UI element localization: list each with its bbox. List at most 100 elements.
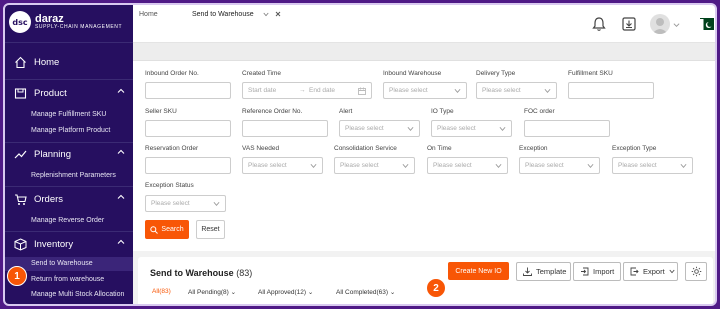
nav-orders[interactable]: Orders xyxy=(5,188,133,210)
inbound-warehouse-select[interactable]: Please select xyxy=(383,82,467,99)
reservation-order-input[interactable] xyxy=(145,157,231,174)
nav-product[interactable]: Product xyxy=(5,82,133,104)
end-date-input[interactable]: End date xyxy=(309,87,335,94)
chevron-down-icon xyxy=(587,163,594,168)
sidebar-item-return-from-warehouse[interactable]: Return from warehouse xyxy=(31,276,104,283)
seller-sku-label: Seller SKU xyxy=(145,108,177,115)
io-type-select[interactable]: Please select xyxy=(431,120,512,137)
chevron-up-icon[interactable] xyxy=(117,148,125,156)
page-title: Send to Warehouse (83) xyxy=(150,268,252,278)
on-time-label: On Time xyxy=(427,145,452,152)
vas-needed-select[interactable]: Please select xyxy=(242,157,323,174)
sidebar-item-replenishment-parameters[interactable]: Replenishment Parameters xyxy=(31,172,116,179)
exception-type-placeholder: Please select xyxy=(618,162,657,169)
consolidation-service-select[interactable]: Please select xyxy=(334,157,415,174)
seller-sku-input[interactable] xyxy=(145,120,231,137)
chevron-down-icon xyxy=(454,88,461,93)
sidebar-item-manage-multi-stock-allocation[interactable]: Manage Multi Stock Allocation xyxy=(31,291,124,298)
filter-tab-all-pending[interactable]: All Pending(8) ⌄ xyxy=(188,288,236,296)
download-icon[interactable] xyxy=(621,16,637,32)
nav-planning-label: Planning xyxy=(34,148,71,160)
alert-select[interactable]: Please select xyxy=(339,120,420,137)
exception-status-placeholder: Please select xyxy=(151,200,190,207)
flag-icon[interactable] xyxy=(700,18,714,31)
brand-logo[interactable]: dsc daraz SUPPLY-CHAIN MANAGEMENT xyxy=(9,11,122,33)
exception-placeholder: Please select xyxy=(525,162,564,169)
fulfillment-sku-input[interactable] xyxy=(568,82,654,99)
search-icon xyxy=(150,225,159,234)
inbound-order-no-label: Inbound Order No. xyxy=(145,70,199,77)
tab-strip xyxy=(133,43,715,61)
foc-order-label: FOC order xyxy=(524,108,555,115)
filter-tab-all-approved-label: All Approved(12) xyxy=(258,289,307,296)
calendar-icon[interactable] xyxy=(358,87,366,95)
results-panel: Send to Warehouse (83) Create New IO Tem… xyxy=(138,257,713,304)
annotation-badge-1: 1 xyxy=(7,266,27,286)
chevron-down-icon xyxy=(544,88,551,93)
exception-status-select[interactable]: Please select xyxy=(145,195,226,212)
chevron-down-icon xyxy=(495,163,502,168)
chevron-down-icon xyxy=(402,163,409,168)
import-icon xyxy=(581,267,589,276)
settings-button[interactable] xyxy=(685,262,707,281)
sidebar-item-manage-fulfillment-sku[interactable]: Manage Fulfillment SKU xyxy=(31,111,106,118)
nav-orders-label: Orders xyxy=(34,193,64,205)
start-date-input[interactable]: Start date xyxy=(248,87,276,94)
alert-label: Alert xyxy=(339,108,353,115)
filter-tab-all[interactable]: All(83) xyxy=(152,288,171,295)
sidebar: dsc daraz SUPPLY-CHAIN MANAGEMENT Home P… xyxy=(5,5,133,304)
inbound-warehouse-label: Inbound Warehouse xyxy=(383,70,442,77)
chevron-down-icon xyxy=(499,126,506,131)
foc-order-input[interactable] xyxy=(524,120,610,137)
filter-tab-all-completed[interactable]: All Completed(63) ⌄ xyxy=(336,288,395,296)
nav-planning[interactable]: Planning xyxy=(5,143,133,165)
nav-home[interactable]: Home xyxy=(5,51,133,73)
nav-inventory-label: Inventory xyxy=(34,238,74,250)
gear-icon xyxy=(691,266,702,277)
bell-icon[interactable] xyxy=(591,16,607,32)
vas-needed-label: VAS Needed xyxy=(242,145,280,152)
divider xyxy=(5,42,133,43)
inbound-order-no-input[interactable] xyxy=(145,82,231,99)
export-icon xyxy=(630,267,639,276)
delivery-type-select[interactable]: Please select xyxy=(476,82,557,99)
search-button[interactable]: Search xyxy=(145,220,189,239)
vas-needed-placeholder: Please select xyxy=(248,162,287,169)
tab-send-to-warehouse[interactable]: Send to Warehouse xyxy=(185,5,289,23)
nav-product-label: Product xyxy=(34,87,67,99)
chevron-down-icon xyxy=(310,163,317,168)
chevron-down-icon: ⌄ xyxy=(230,289,237,296)
template-button[interactable]: Template xyxy=(516,262,571,281)
chevron-down-icon: ⌄ xyxy=(307,289,314,296)
nav-inventory[interactable]: Inventory xyxy=(5,233,133,255)
reference-order-no-input[interactable] xyxy=(242,120,328,137)
chevron-down-icon[interactable] xyxy=(673,22,680,28)
exception-type-select[interactable]: Please select xyxy=(612,157,693,174)
chevron-down-icon xyxy=(669,269,675,274)
chevron-down-icon: ⌄ xyxy=(389,289,396,296)
tab-home[interactable]: Home xyxy=(139,5,179,23)
inventory-icon xyxy=(13,237,27,251)
sidebar-item-manage-platform-product[interactable]: Manage Platform Product xyxy=(31,127,110,134)
exception-select[interactable]: Please select xyxy=(519,157,600,174)
sidebar-item-manage-reverse-order[interactable]: Manage Reverse Order xyxy=(31,217,104,224)
annotation-badge-2: 2 xyxy=(426,278,446,298)
avatar[interactable] xyxy=(650,14,670,34)
chevron-down-icon[interactable] xyxy=(263,12,269,17)
filter-tab-all-approved[interactable]: All Approved(12) ⌄ xyxy=(258,288,313,296)
io-type-label: IO Type xyxy=(431,108,454,115)
export-button[interactable]: Export xyxy=(623,262,678,281)
chevron-up-icon[interactable] xyxy=(117,238,125,246)
created-time-range[interactable]: Start date → End date xyxy=(242,82,372,99)
import-button[interactable]: Import xyxy=(573,262,621,281)
create-new-io-button[interactable]: Create New IO xyxy=(448,262,509,280)
close-icon[interactable] xyxy=(275,11,281,17)
chevron-up-icon[interactable] xyxy=(117,193,125,201)
filter-tab-all-completed-label: All Completed(63) xyxy=(336,289,389,296)
range-arrow-icon: → xyxy=(299,87,306,94)
reset-button[interactable]: Reset xyxy=(196,220,225,239)
chevron-up-icon[interactable] xyxy=(117,87,125,95)
on-time-select[interactable]: Please select xyxy=(427,157,508,174)
chevron-down-icon xyxy=(680,163,687,168)
divider xyxy=(5,79,133,80)
